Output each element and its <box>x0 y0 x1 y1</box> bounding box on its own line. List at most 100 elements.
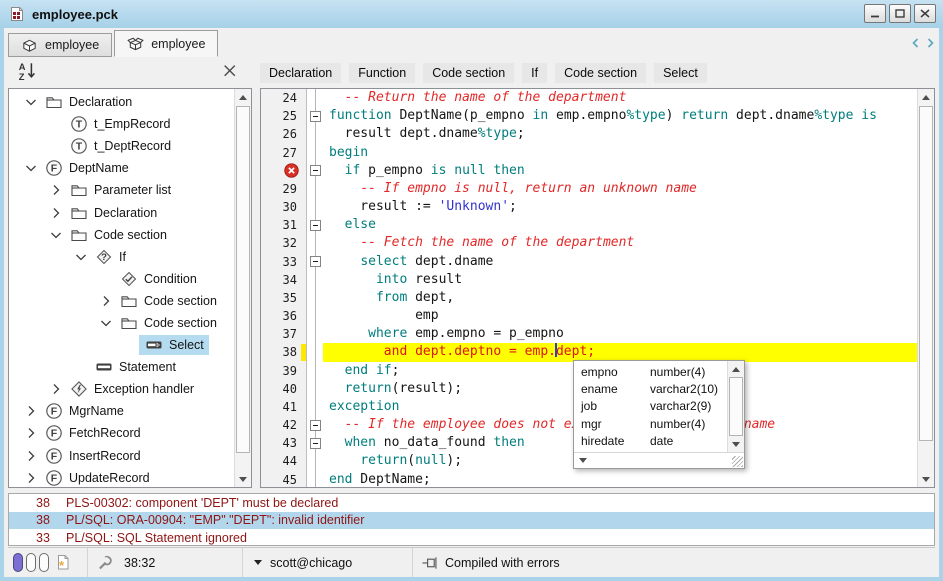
code-text[interactable]: emp <box>323 307 917 325</box>
code-text[interactable]: else <box>323 216 917 234</box>
chevron-closed-icon[interactable] <box>97 292 114 309</box>
tree-item-code-section[interactable]: Code section <box>9 290 234 312</box>
scroll-thumb[interactable] <box>919 106 933 441</box>
code-line[interactable]: 38 and dept.deptno = emp.dept; <box>261 343 917 361</box>
minimize-button[interactable] <box>864 4 886 23</box>
fold-toggle[interactable] <box>310 165 321 176</box>
code-line[interactable]: 30 result := 'Unknown'; <box>261 198 917 216</box>
code-line[interactable]: 37 where emp.empno = p_empno <box>261 325 917 343</box>
code-line[interactable]: 26 result dept.dname%type; <box>261 125 917 143</box>
tree-item-insertrecord[interactable]: FInsertRecord <box>9 445 234 467</box>
dropdown-arrow-icon[interactable] <box>254 560 262 565</box>
chevron-closed-icon[interactable] <box>22 447 39 464</box>
nav-prev-icon[interactable] <box>910 37 922 49</box>
code-line[interactable]: 27begin <box>261 144 917 162</box>
code-line[interactable]: 32 -- Fetch the name of the department <box>261 234 917 252</box>
tree-item-declaration[interactable]: Declaration <box>9 91 234 113</box>
code-line[interactable]: 25function DeptName(p_empno in emp.empno… <box>261 107 917 125</box>
panel-indicator-icon[interactable] <box>39 553 49 572</box>
tree-item-exception-handler[interactable]: Exception handler <box>9 378 234 400</box>
code-text[interactable]: result dept.dname%type; <box>323 125 917 143</box>
error-row[interactable]: 38PL/SQL: ORA-00904: "EMP"."DEPT": inval… <box>9 512 934 530</box>
completion-item-job[interactable]: jobvarchar2(9) <box>574 398 727 415</box>
code-text[interactable]: function DeptName(p_empno in emp.empno%t… <box>323 107 917 125</box>
code-text[interactable]: begin <box>323 144 917 162</box>
scroll-up-icon[interactable] <box>235 89 251 105</box>
fold-toggle[interactable] <box>310 111 321 122</box>
chevron-closed-icon[interactable] <box>22 469 39 486</box>
tree-item-condition[interactable]: Condition <box>9 268 234 290</box>
fold-toggle[interactable] <box>310 420 321 431</box>
tree-item-deptname[interactable]: FDeptName <box>9 157 234 179</box>
completion-list[interactable]: empnonumber(4)enamevarchar2(10)jobvarcha… <box>574 361 727 452</box>
panel-close-icon[interactable] <box>222 63 238 79</box>
code-text[interactable]: where emp.empno = p_empno <box>323 325 917 343</box>
connection-selector[interactable]: scott@chicago <box>243 548 413 577</box>
tree-item-if[interactable]: ?If <box>9 246 234 268</box>
scroll-thumb[interactable] <box>729 377 743 436</box>
code-text[interactable]: result := 'Unknown'; <box>323 198 917 216</box>
chevron-open-icon[interactable] <box>97 314 114 331</box>
sort-az-button[interactable]: AZ <box>16 60 38 82</box>
chevron-closed-icon[interactable] <box>22 425 39 442</box>
code-line[interactable]: 33 select dept.dname <box>261 253 917 271</box>
panel-indicator-icon[interactable] <box>26 553 36 572</box>
close-button[interactable] <box>914 4 936 23</box>
code-text[interactable]: and dept.deptno = emp.dept; <box>323 343 917 361</box>
code-line[interactable]: 35 from dept, <box>261 289 917 307</box>
code-line[interactable]: 31 else <box>261 216 917 234</box>
scroll-up-icon[interactable] <box>918 89 934 105</box>
tree-item-updaterecord[interactable]: FUpdateRecord <box>9 467 234 487</box>
code-text[interactable]: if p_empno is null then <box>323 162 917 180</box>
code-line[interactable]: if p_empno is null then <box>261 162 917 180</box>
completion-item-ename[interactable]: enamevarchar2(10) <box>574 380 727 397</box>
breadcrumb-declaration[interactable]: Declaration <box>260 63 341 83</box>
scroll-down-icon[interactable] <box>235 471 251 487</box>
fold-toggle[interactable] <box>310 438 321 449</box>
popup-scrollbar[interactable] <box>727 361 744 452</box>
tree-item-parameter-list[interactable]: Parameter list <box>9 179 234 201</box>
breadcrumb-code-section[interactable]: Code section <box>423 63 514 83</box>
code-line[interactable]: 36 emp <box>261 307 917 325</box>
nav-next-icon[interactable] <box>924 37 936 49</box>
tab-employee[interactable]: employee <box>8 33 112 57</box>
tree-item-code-section[interactable]: Code section <box>9 312 234 334</box>
tree-item-t_deptrecord[interactable]: Tt_DeptRecord <box>9 135 234 157</box>
chevron-closed-icon[interactable] <box>47 204 64 221</box>
code-text[interactable]: -- Return the name of the department <box>323 89 917 107</box>
code-text[interactable]: into result <box>323 271 917 289</box>
tree-item-t_emprecord[interactable]: Tt_EmpRecord <box>9 113 234 135</box>
editor-scrollbar[interactable] <box>917 89 934 487</box>
tree-item-code-section[interactable]: Code section <box>9 224 234 246</box>
breadcrumb-function[interactable]: Function <box>349 63 415 83</box>
chevron-open-icon[interactable] <box>72 248 89 265</box>
chevron-closed-icon[interactable] <box>47 381 64 398</box>
breadcrumb-select[interactable]: Select <box>654 63 707 83</box>
chevron-open-icon[interactable] <box>47 226 64 243</box>
chevron-open-icon[interactable] <box>22 160 39 177</box>
tree-item-select[interactable]: Select <box>9 334 234 356</box>
error-row[interactable]: 33PL/SQL: SQL Statement ignored <box>9 529 934 546</box>
completion-item-empno[interactable]: empnonumber(4) <box>574 363 727 380</box>
fold-toggle[interactable] <box>310 256 321 267</box>
code-text[interactable]: end DeptName; <box>323 471 917 487</box>
code-line[interactable]: 29 -- If empno is null, return an unknow… <box>261 180 917 198</box>
tree-scrollbar[interactable] <box>234 89 251 487</box>
code-line[interactable]: 45end DeptName; <box>261 471 917 487</box>
tree-item-declaration[interactable]: Declaration <box>9 201 234 223</box>
scroll-down-icon[interactable] <box>918 471 934 487</box>
tab-employee-active[interactable]: employee <box>114 30 218 57</box>
maximize-button[interactable] <box>889 4 911 23</box>
tree-item-mgrname[interactable]: FMgrName <box>9 400 234 422</box>
completion-item-mgr[interactable]: mgrnumber(4) <box>574 415 727 432</box>
tree-item-fetchrecord[interactable]: FFetchRecord <box>9 422 234 444</box>
code-line[interactable]: 24 -- Return the name of the department <box>261 89 917 107</box>
scroll-down-icon[interactable] <box>728 436 744 452</box>
code-text[interactable]: select dept.dname <box>323 253 917 271</box>
code-line[interactable]: 34 into result <box>261 271 917 289</box>
chevron-closed-icon[interactable] <box>47 182 64 199</box>
panel-indicator-icon[interactable] <box>13 553 23 572</box>
chevron-open-icon[interactable] <box>22 94 39 111</box>
scroll-thumb[interactable] <box>236 106 250 453</box>
code-text[interactable]: from dept, <box>323 289 917 307</box>
